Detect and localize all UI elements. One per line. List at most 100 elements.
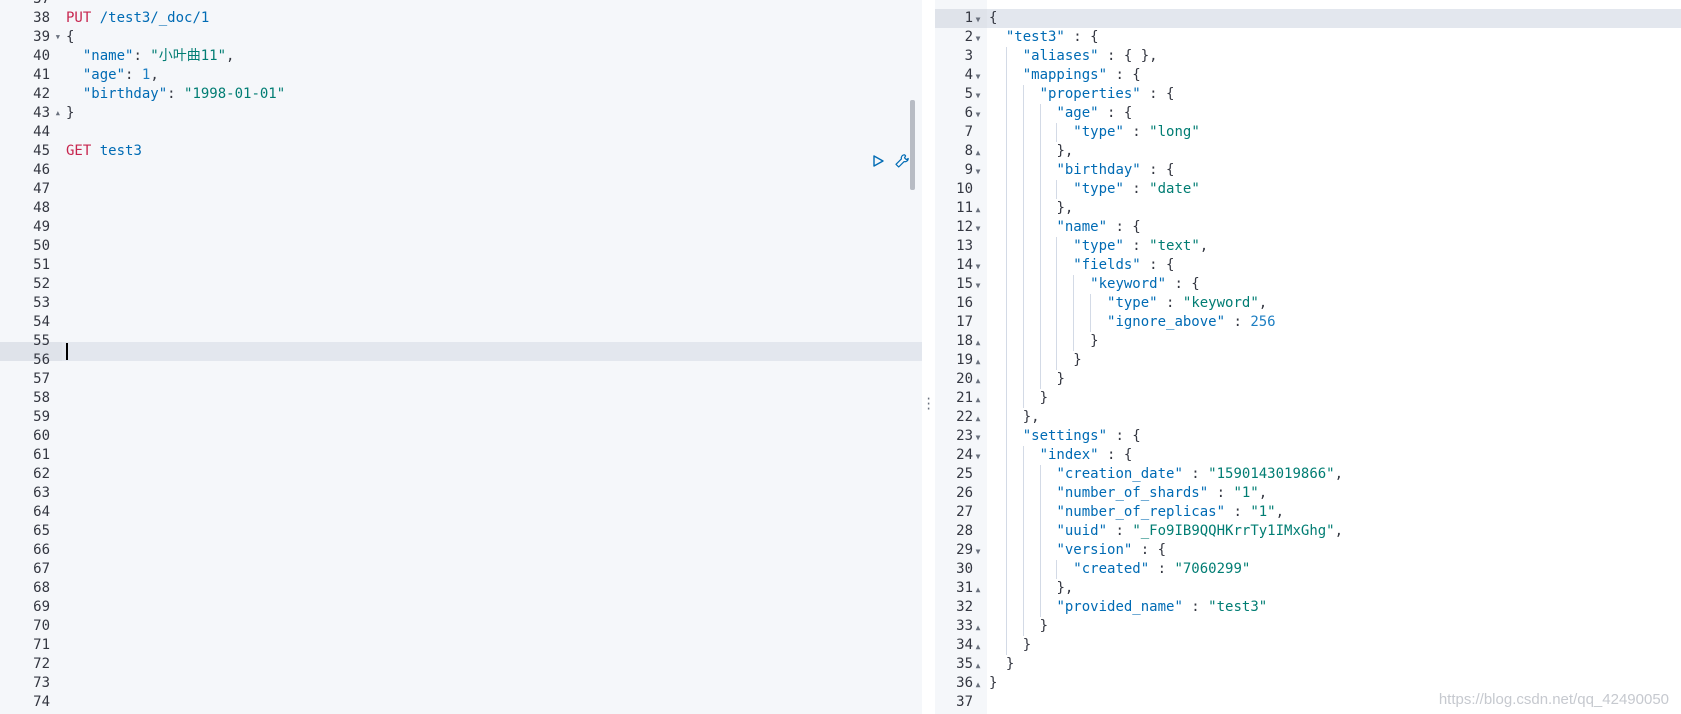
code-line[interactable]: } [987,351,1082,370]
code-line[interactable]: "index" : { [987,446,1132,465]
code-line[interactable] [62,522,66,541]
code-line[interactable]: GET test3 [62,142,142,161]
fold-collapse-icon[interactable]: ▼ [973,257,983,276]
fold-expand-icon[interactable]: ▲ [56,104,60,123]
code-line[interactable]: "type" : "keyword", [987,294,1267,313]
code-line[interactable] [62,598,66,617]
panel-resizer[interactable] [922,0,935,714]
code-line[interactable]: "type" : "text", [987,237,1208,256]
code-line[interactable] [987,693,989,712]
code-line[interactable]: "age": 1, [62,66,159,85]
code-line[interactable] [62,294,66,313]
request-editor[interactable]: PUT /test3/_doc/1{ "name": "小叶曲11", "age… [62,0,922,714]
code-line[interactable]: "type" : "long" [987,123,1200,142]
fold-collapse-icon[interactable]: ▼ [973,162,983,181]
code-line[interactable] [62,655,66,674]
code-line[interactable]: }, [987,142,1073,161]
code-line[interactable] [62,636,66,655]
fold-expand-icon[interactable]: ▲ [973,371,983,390]
drag-handle-icon[interactable]: · · · [925,393,932,415]
fold-collapse-icon[interactable]: ▼ [973,542,983,561]
code-line[interactable]: } [987,332,1099,351]
fold-collapse-icon[interactable]: ▼ [973,10,983,29]
code-line[interactable]: PUT /test3/_doc/1 [62,9,209,28]
code-line[interactable]: } [987,617,1048,636]
code-line[interactable]: "fields" : { [987,256,1174,275]
code-line[interactable]: } [62,104,74,123]
code-line[interactable] [62,465,66,484]
fold-expand-icon[interactable]: ▲ [973,580,983,599]
fold-expand-icon[interactable]: ▲ [973,618,983,637]
fold-collapse-icon[interactable]: ▼ [973,447,983,466]
fold-expand-icon[interactable]: ▲ [973,656,983,675]
code-line[interactable] [62,256,66,275]
fold-collapse-icon[interactable]: ▼ [973,29,983,48]
code-line[interactable] [62,0,66,9]
code-line[interactable]: } [987,370,1065,389]
code-line[interactable] [62,617,66,636]
code-line[interactable] [62,313,66,332]
fold-expand-icon[interactable]: ▲ [973,200,983,219]
fold-collapse-icon[interactable]: ▼ [56,28,60,47]
code-line[interactable]: "number_of_replicas" : "1", [987,503,1284,522]
code-line[interactable]: "mappings" : { [987,66,1141,85]
request-editor-scrollbar[interactable] [910,100,915,190]
request-editor-gutter[interactable]: 3738 39▼40 41 42 43▲44 45 46 47 48 49 50 51 52 53 54 55… [0,0,63,714]
code-line[interactable]: "properties" : { [987,85,1174,104]
code-line[interactable] [62,541,66,560]
code-line[interactable] [62,123,66,142]
code-line[interactable]: "uuid" : "_Fo9IB9QQHKrrTy1IMxGhg", [987,522,1343,541]
fold-collapse-icon[interactable]: ▼ [973,219,983,238]
code-line[interactable]: "creation_date" : "1590143019866", [987,465,1343,484]
fold-expand-icon[interactable]: ▲ [973,637,983,656]
fold-expand-icon[interactable]: ▲ [973,333,983,352]
code-line[interactable] [62,370,66,389]
code-line[interactable]: "test3" : { [987,28,1099,47]
fold-collapse-icon[interactable]: ▼ [973,105,983,124]
code-line[interactable]: } [987,389,1048,408]
code-line[interactable]: { [987,9,997,28]
code-line[interactable] [62,218,66,237]
code-line[interactable]: "settings" : { [987,427,1141,446]
code-line[interactable]: "birthday": "1998-01-01" [62,85,285,104]
code-line[interactable] [62,199,66,218]
code-line[interactable]: }, [987,199,1073,218]
code-line[interactable]: "created" : "7060299" [987,560,1250,579]
play-icon[interactable] [869,152,887,170]
code-line[interactable]: } [987,674,997,693]
code-line[interactable] [62,560,66,579]
code-line[interactable]: "name" : { [987,218,1141,237]
code-line[interactable] [62,446,66,465]
fold-collapse-icon[interactable]: ▼ [973,276,983,295]
wrench-icon[interactable] [893,152,911,170]
code-line[interactable]: "provided_name" : "test3" [987,598,1267,617]
code-line[interactable] [62,161,66,180]
code-line[interactable] [62,389,66,408]
code-line[interactable] [62,408,66,427]
code-line[interactable] [62,180,66,199]
code-line[interactable] [62,674,66,693]
fold-expand-icon[interactable]: ▲ [973,390,983,409]
code-line[interactable] [62,693,66,712]
code-line[interactable]: { [62,28,74,47]
fold-expand-icon[interactable]: ▲ [973,352,983,371]
code-line[interactable]: "name": "小叶曲11", [62,47,235,66]
code-line[interactable] [62,237,66,256]
fold-collapse-icon[interactable]: ▼ [973,428,983,447]
fold-expand-icon[interactable]: ▲ [973,409,983,428]
code-line[interactable] [62,275,66,294]
code-line[interactable]: }, [987,579,1073,598]
fold-collapse-icon[interactable]: ▼ [973,67,983,86]
response-editor[interactable]: { "test3" : { "aliases" : { }, "mappings… [987,0,1681,714]
code-line[interactable]: "ignore_above" : 256 [987,313,1276,332]
code-line[interactable]: } [987,655,1014,674]
code-line[interactable]: "type" : "date" [987,180,1200,199]
code-line[interactable] [62,427,66,446]
code-line[interactable]: } [987,636,1031,655]
code-line[interactable] [62,503,66,522]
code-line[interactable] [62,579,66,598]
fold-expand-icon[interactable]: ▲ [973,143,983,162]
fold-expand-icon[interactable]: ▲ [973,675,983,694]
code-line[interactable]: "number_of_shards" : "1", [987,484,1267,503]
code-line[interactable]: "age" : { [987,104,1132,123]
